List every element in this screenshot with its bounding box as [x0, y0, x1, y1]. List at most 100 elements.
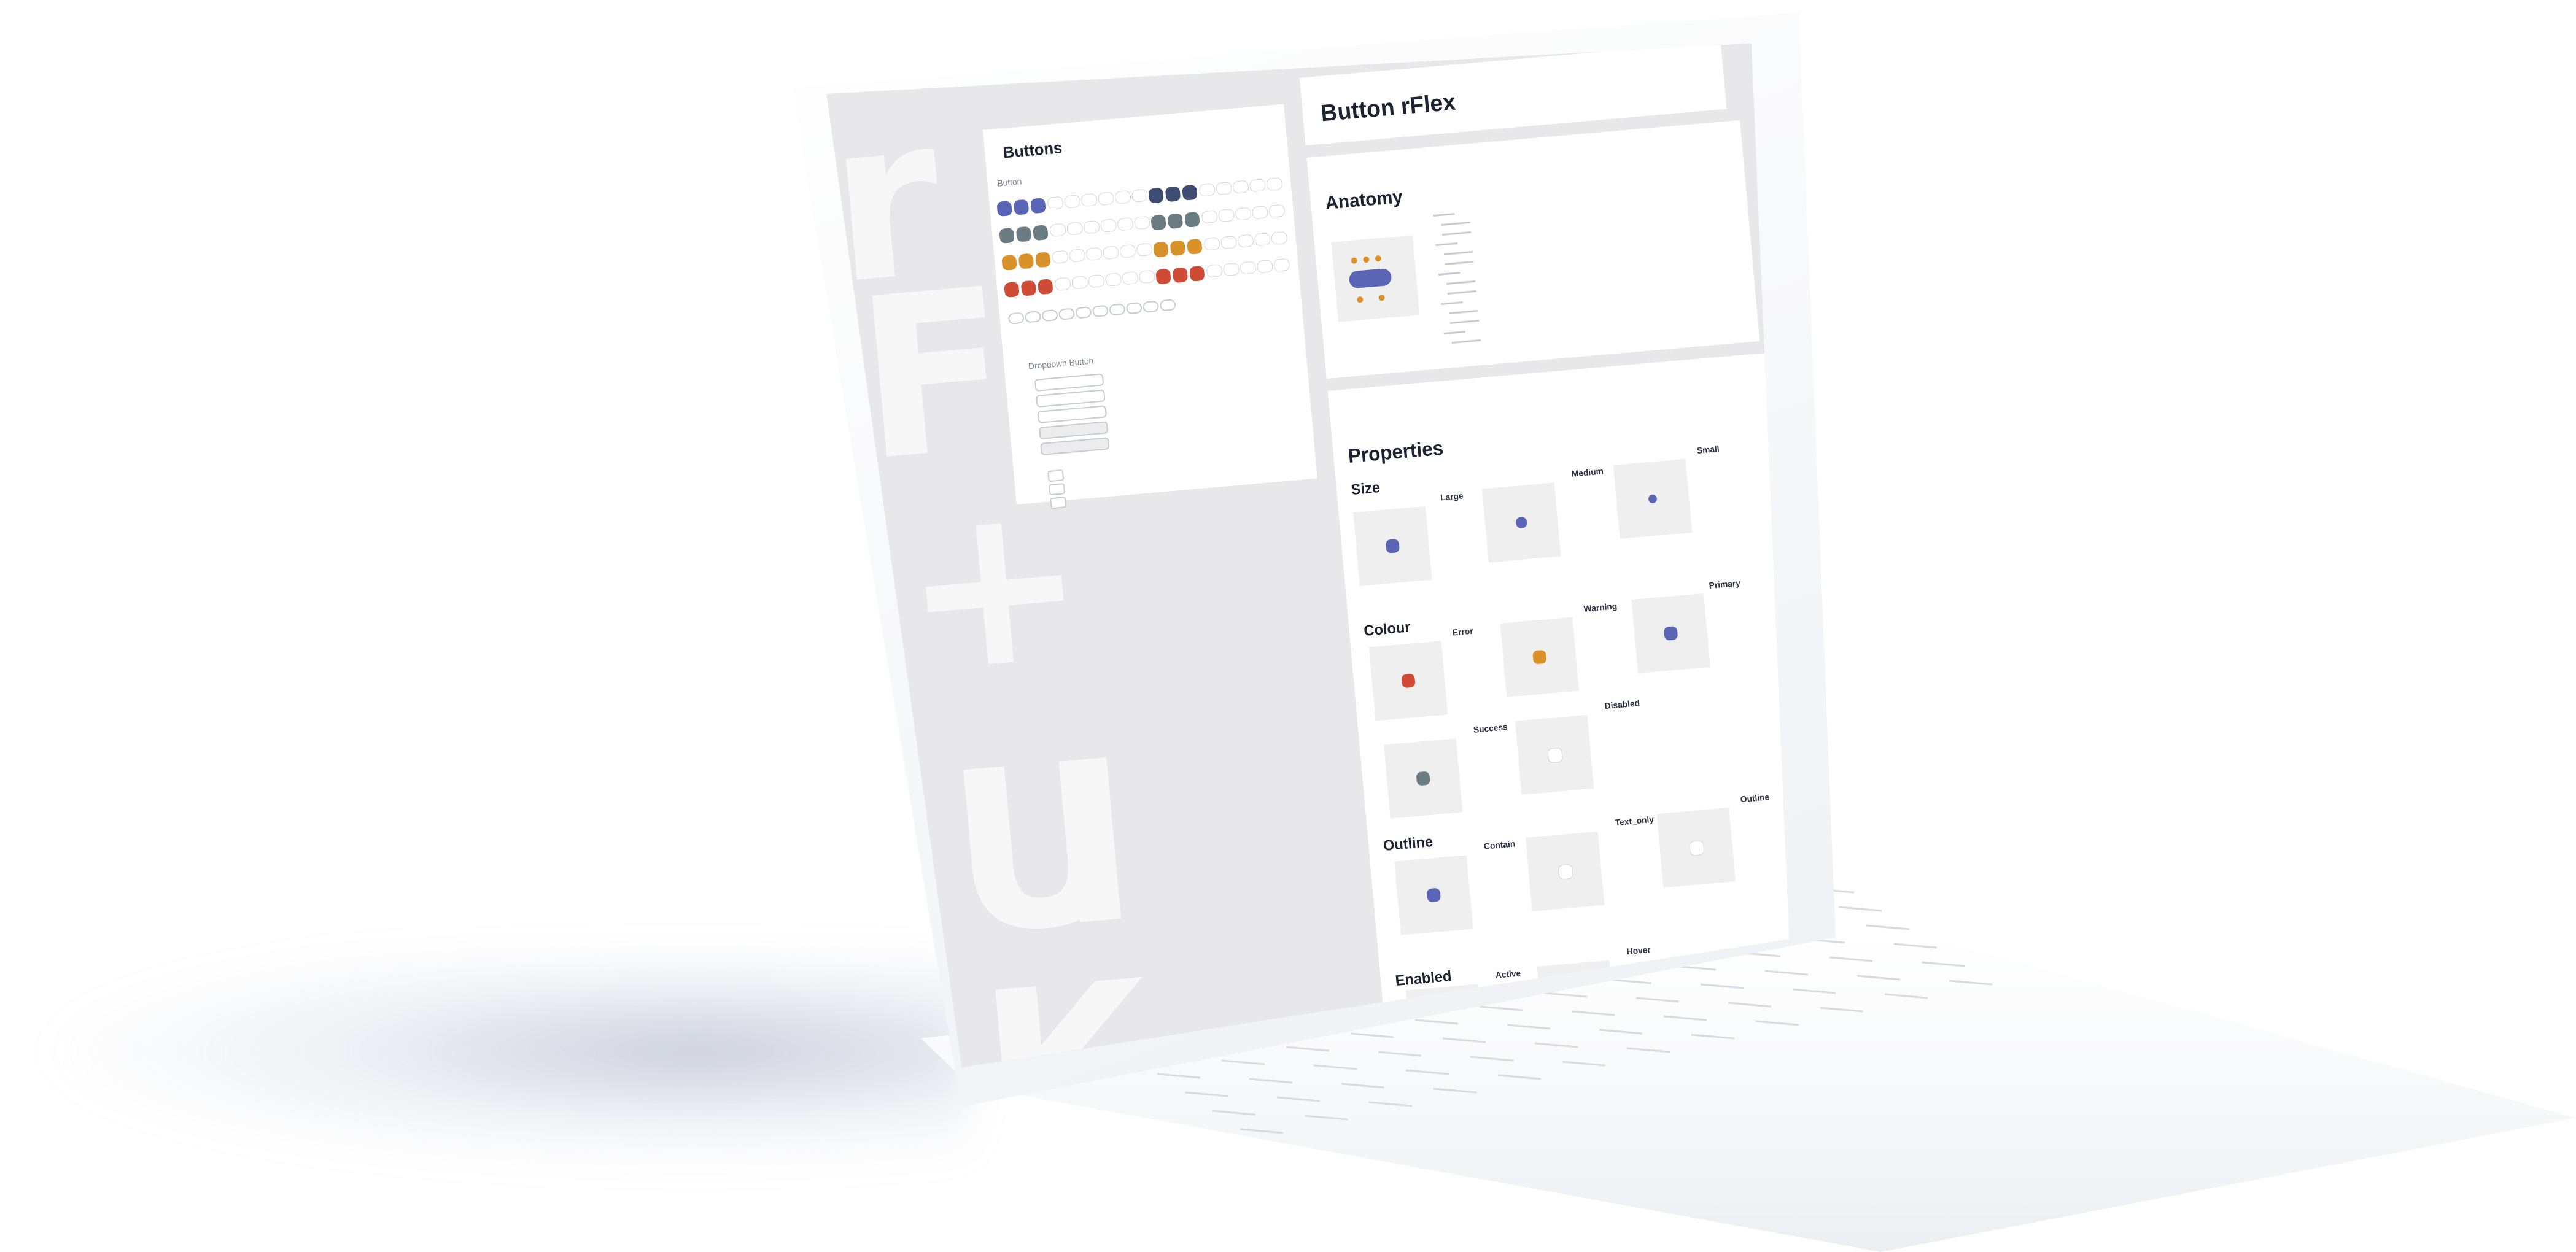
- colour-error-label: Error: [1452, 625, 1474, 638]
- variant-button[interactable]: [1222, 262, 1240, 277]
- disabled-variant-button[interactable]: [1125, 301, 1143, 315]
- variant-button[interactable]: [1071, 276, 1088, 290]
- variant-button[interactable]: [1165, 186, 1181, 203]
- variant-button[interactable]: [1170, 240, 1186, 257]
- property-sample-button[interactable]: [1416, 771, 1430, 786]
- icon-button[interactable]: [1047, 470, 1065, 482]
- disabled-variant-button[interactable]: [1143, 300, 1160, 313]
- variant-button[interactable]: [1119, 244, 1136, 258]
- variant-button[interactable]: [1102, 245, 1120, 260]
- variant-button[interactable]: [1088, 274, 1105, 288]
- variant-button[interactable]: [1097, 191, 1115, 206]
- variant-button[interactable]: [1068, 249, 1086, 263]
- disabled-variant-button[interactable]: [1058, 307, 1076, 320]
- variant-button[interactable]: [1131, 188, 1149, 203]
- icon-button[interactable]: [1049, 483, 1066, 496]
- variant-button[interactable]: [1237, 234, 1254, 248]
- property-sample-button[interactable]: [1385, 538, 1400, 554]
- variant-button[interactable]: [1148, 187, 1164, 204]
- icon-button[interactable]: [1050, 497, 1067, 509]
- variant-button[interactable]: [1251, 206, 1269, 220]
- variant-button[interactable]: [1216, 181, 1233, 196]
- variant-button[interactable]: [1198, 183, 1216, 197]
- dropdown-button[interactable]: [1038, 421, 1109, 439]
- variant-button[interactable]: [1018, 253, 1034, 269]
- variant-button[interactable]: [1080, 193, 1098, 207]
- dropdown-button[interactable]: [1040, 437, 1110, 455]
- variant-button[interactable]: [1182, 184, 1198, 201]
- variant-button[interactable]: [1268, 204, 1286, 218]
- disabled-variant-button[interactable]: [1109, 303, 1126, 316]
- variant-button[interactable]: [1187, 238, 1203, 255]
- variant-button[interactable]: [1066, 222, 1084, 236]
- variant-button[interactable]: [999, 227, 1015, 244]
- variant-button[interactable]: [1083, 220, 1100, 234]
- variant-button[interactable]: [1052, 250, 1069, 264]
- dropdown-button[interactable]: [1036, 389, 1106, 408]
- variant-button[interactable]: [1172, 267, 1189, 284]
- variant-button[interactable]: [1138, 269, 1155, 284]
- variant-button[interactable]: [1136, 242, 1153, 257]
- keyboard-key: [1507, 1024, 1551, 1030]
- variant-button[interactable]: [1054, 277, 1071, 291]
- variant-button[interactable]: [1033, 225, 1049, 241]
- variant-button[interactable]: [1015, 226, 1032, 242]
- variant-button[interactable]: [1201, 210, 1218, 224]
- variant-button[interactable]: [1220, 235, 1238, 250]
- variant-button[interactable]: [1235, 207, 1252, 221]
- keyboard-key: [1368, 1101, 1413, 1107]
- variant-button[interactable]: [1013, 199, 1030, 215]
- dropdown-button[interactable]: [1037, 405, 1108, 423]
- variant-button[interactable]: [1047, 196, 1064, 210]
- variant-button[interactable]: [1155, 268, 1171, 285]
- variant-button[interactable]: [1240, 261, 1257, 275]
- property-sample-button[interactable]: [1401, 673, 1416, 689]
- variant-button[interactable]: [1064, 195, 1081, 209]
- variant-button[interactable]: [1035, 252, 1051, 268]
- variant-button[interactable]: [996, 200, 1012, 217]
- variant-button[interactable]: [1249, 179, 1267, 193]
- variant-button[interactable]: [1133, 215, 1151, 230]
- property-sample-button[interactable]: [1558, 864, 1574, 880]
- variant-button[interactable]: [1266, 177, 1283, 191]
- variant-button[interactable]: [1256, 260, 1274, 274]
- variant-button[interactable]: [1085, 247, 1103, 261]
- variant-button[interactable]: [1150, 214, 1166, 231]
- disabled-variant-button[interactable]: [1041, 309, 1058, 322]
- variant-button[interactable]: [1117, 217, 1134, 231]
- variant-button[interactable]: [1206, 264, 1223, 278]
- variant-button[interactable]: [1100, 218, 1117, 233]
- property-sample-button[interactable]: [1663, 626, 1678, 641]
- variant-button[interactable]: [1273, 258, 1290, 272]
- disabled-variant-button[interactable]: [1007, 312, 1025, 325]
- variant-button[interactable]: [1167, 213, 1184, 230]
- disabled-variant-button[interactable]: [1092, 304, 1109, 317]
- dropdown-button[interactable]: [1034, 373, 1104, 392]
- variant-button[interactable]: [1271, 231, 1288, 245]
- property-sample-button[interactable]: [1532, 649, 1547, 665]
- variant-button[interactable]: [1114, 190, 1131, 204]
- variant-button[interactable]: [1001, 254, 1017, 271]
- variant-button[interactable]: [1122, 271, 1139, 285]
- disabled-variant-button[interactable]: [1025, 311, 1042, 323]
- variant-button[interactable]: [1049, 223, 1066, 237]
- variant-button[interactable]: [1153, 241, 1169, 258]
- property-sample-button[interactable]: [1547, 747, 1563, 763]
- variant-button[interactable]: [1038, 279, 1053, 295]
- keyboard-key: [1304, 1115, 1348, 1121]
- keyboard-key: [1414, 1019, 1459, 1025]
- variant-button[interactable]: [1020, 280, 1037, 296]
- variant-button[interactable]: [1217, 208, 1235, 223]
- variant-button[interactable]: [1232, 180, 1249, 194]
- variant-button[interactable]: [1254, 233, 1271, 247]
- variant-button[interactable]: [1004, 281, 1020, 298]
- variant-button[interactable]: [1104, 272, 1122, 287]
- variant-button[interactable]: [1030, 198, 1046, 214]
- variant-button[interactable]: [1184, 211, 1200, 228]
- property-sample-button[interactable]: [1689, 840, 1705, 857]
- variant-button[interactable]: [1189, 265, 1205, 282]
- disabled-variant-button[interactable]: [1159, 299, 1176, 312]
- property-sample-button[interactable]: [1426, 887, 1441, 903]
- disabled-variant-button[interactable]: [1075, 306, 1092, 319]
- variant-button[interactable]: [1203, 237, 1220, 251]
